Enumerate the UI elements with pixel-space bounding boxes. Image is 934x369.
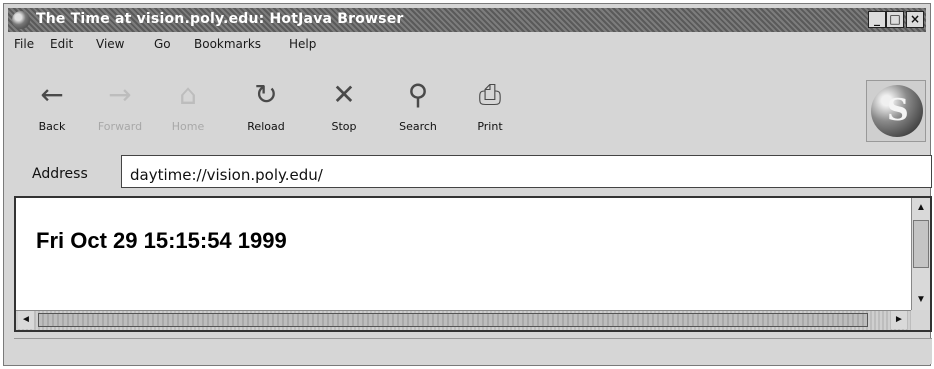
menu-bookmarks[interactable]: Bookmarks [194, 37, 261, 51]
close-button[interactable]: × [906, 11, 924, 28]
print-label: Print [477, 120, 503, 133]
search-button[interactable]: ⚲ Search [390, 78, 446, 148]
menu-edit[interactable]: Edit [50, 37, 73, 51]
forward-arrow-icon: → [108, 78, 132, 111]
vertical-scrollbar[interactable]: ▲ ▼ [911, 198, 930, 310]
menu-view[interactable]: View [96, 37, 124, 51]
toolbar: ← Back → Forward ⌂ Home ↻ Reload ✕ Stop … [4, 78, 932, 153]
reload-label: Reload [247, 120, 285, 133]
home-label: Home [171, 120, 205, 133]
back-arrow-icon: ← [40, 78, 64, 111]
home-icon: ⌂ [179, 78, 197, 111]
scroll-up-icon[interactable]: ▲ [912, 200, 930, 216]
address-input[interactable] [121, 155, 932, 188]
menu-file[interactable]: File [14, 37, 34, 51]
maximize-button[interactable]: □ [886, 11, 904, 28]
print-icon: ⎙ [478, 78, 502, 111]
content-frame: Fri Oct 29 15:15:54 1999 ▲ ▼ ◄ ► [14, 196, 932, 332]
address-label: Address [32, 166, 88, 182]
status-bar [14, 338, 932, 364]
back-button[interactable]: ← Back [24, 78, 80, 148]
menu-help[interactable]: Help [289, 37, 316, 51]
horizontal-scrollbar[interactable]: ◄ ► [16, 310, 911, 330]
stop-label: Stop [331, 120, 357, 133]
forward-label: Forward [97, 120, 143, 133]
menu-go[interactable]: Go [154, 37, 171, 51]
daytime-output: Fri Oct 29 15:15:54 1999 [36, 228, 287, 253]
browser-window: The Time at vision.poly.edu: HotJava Bro… [3, 3, 932, 366]
print-button[interactable]: ⎙ Print [462, 78, 518, 148]
home-button[interactable]: ⌂ Home [160, 78, 216, 148]
forward-button[interactable]: → Forward [92, 78, 148, 148]
reload-button[interactable]: ↻ Reload [238, 78, 294, 148]
title-bar[interactable]: The Time at vision.poly.edu: HotJava Bro… [8, 8, 926, 32]
minimize-button[interactable]: _ [868, 11, 886, 28]
logo-letter: S [887, 93, 909, 128]
scroll-left-icon[interactable]: ◄ [18, 311, 34, 329]
horizontal-scroll-thumb[interactable] [38, 313, 868, 327]
reload-icon: ↻ [254, 78, 278, 111]
scrollbar-corner [911, 310, 930, 330]
search-icon: ⚲ [407, 78, 429, 111]
vertical-scroll-thumb[interactable] [913, 220, 929, 268]
page-content: Fri Oct 29 15:15:54 1999 [16, 198, 911, 310]
scroll-down-icon[interactable]: ▼ [912, 292, 930, 308]
app-logo-icon [12, 11, 30, 29]
stop-button[interactable]: ✕ Stop [316, 78, 372, 148]
hotjava-logo-icon: S [866, 80, 926, 142]
back-label: Back [38, 120, 66, 133]
search-label: Search [399, 120, 437, 133]
window-title: The Time at vision.poly.edu: HotJava Bro… [36, 11, 404, 27]
stop-icon: ✕ [332, 78, 356, 111]
scroll-right-icon[interactable]: ► [891, 311, 907, 329]
